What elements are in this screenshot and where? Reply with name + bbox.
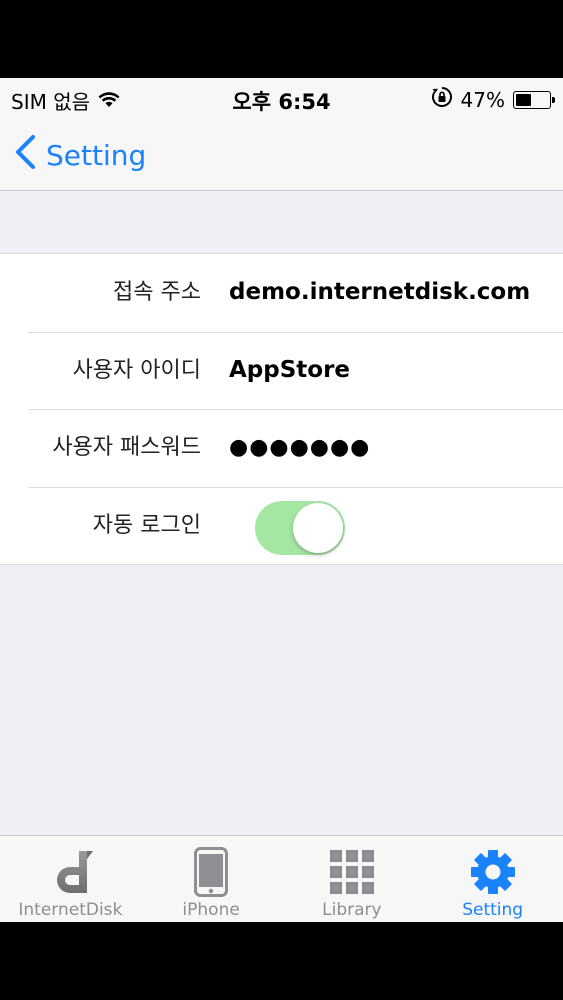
battery-icon	[513, 90, 555, 109]
tab-label: iPhone	[182, 900, 240, 920]
server-address-label: 접속 주소	[113, 280, 201, 305]
auto-login-toggle[interactable]	[255, 500, 345, 555]
user-id-row[interactable]: 사용자 아이디 AppStore	[0, 331, 563, 410]
server-address-row[interactable]: 접속 주소 demo.internetdisk.com	[0, 254, 563, 332]
internetdisk-logo-icon	[42, 846, 98, 898]
iphone-icon	[183, 846, 239, 898]
toggle-knob	[293, 502, 343, 553]
battery-tip	[552, 96, 555, 103]
password-row[interactable]: 사용자 패스워드 ●●●●●●●	[0, 409, 563, 487]
tab-setting[interactable]: Setting	[422, 836, 563, 922]
password-field[interactable]: ●●●●●●●	[229, 409, 370, 486]
user-id-label: 사용자 아이디	[72, 357, 201, 383]
gear-icon	[465, 846, 521, 898]
back-label: Setting	[46, 139, 147, 172]
server-address-field[interactable]: demo.internetdisk.com	[229, 254, 530, 331]
tab-internetdisk[interactable]: InternetDisk	[0, 836, 141, 922]
nav-bar: Setting	[0, 118, 563, 191]
battery-percent: 47%	[460, 87, 505, 112]
grid-icon	[324, 846, 380, 898]
status-right: 47%	[431, 86, 555, 113]
auto-login-label: 자동 로그인	[92, 512, 201, 538]
chevron-left-icon	[14, 134, 36, 177]
tab-bar: InternetDisk iPhone Library Setting	[0, 835, 563, 922]
user-id-field[interactable]: AppStore	[229, 332, 350, 409]
tab-label: Setting	[462, 900, 524, 920]
back-button[interactable]: Setting	[14, 134, 146, 177]
tab-label: Library	[322, 900, 382, 920]
tab-library[interactable]: Library	[282, 836, 423, 922]
settings-group: 접속 주소 demo.internetdisk.com 사용자 아이디 AppS…	[0, 253, 563, 565]
screen: SIM 없음 오후 6:54 47% Setting 접속 주소 demo.in…	[0, 78, 563, 922]
rotation-lock-icon	[431, 86, 453, 113]
tab-iphone[interactable]: iPhone	[141, 836, 282, 922]
password-label: 사용자 패스워드	[52, 435, 201, 460]
status-bar: SIM 없음 오후 6:54 47%	[0, 78, 563, 118]
auto-login-row: 자동 로그인	[0, 486, 563, 565]
battery-fill	[516, 93, 531, 106]
tab-label: InternetDisk	[18, 900, 123, 920]
